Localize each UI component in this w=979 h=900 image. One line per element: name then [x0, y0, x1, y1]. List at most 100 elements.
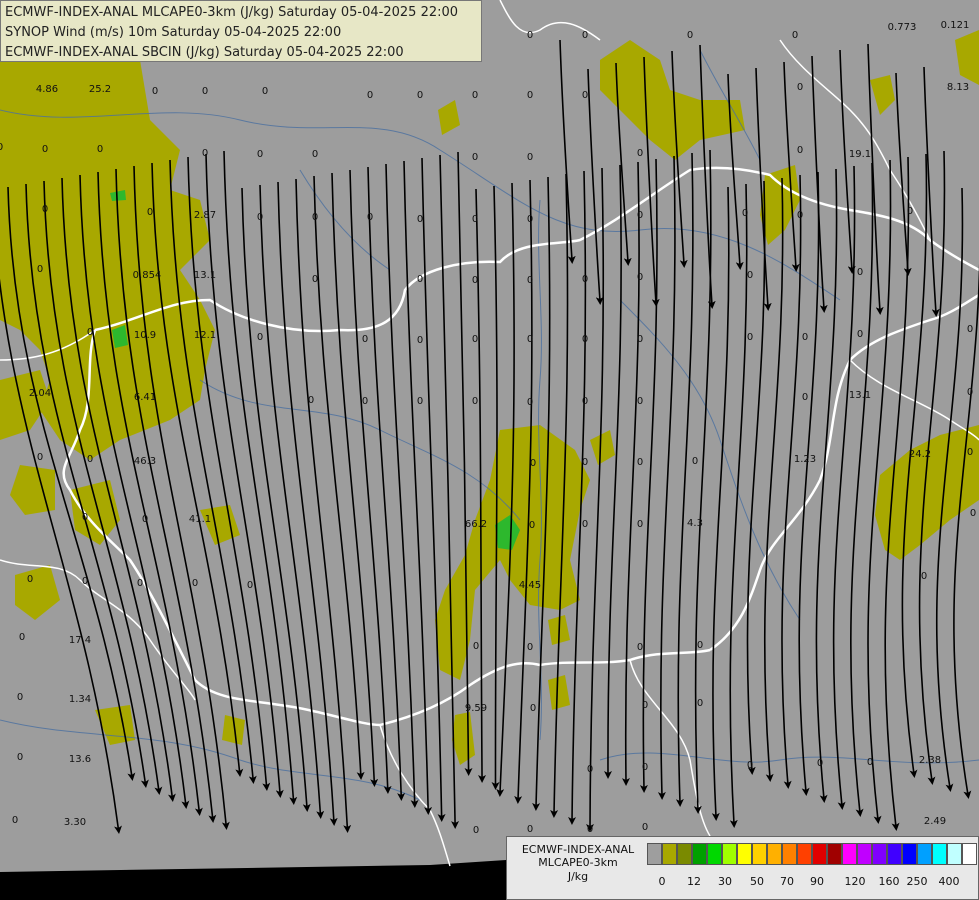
cin-value-label: 0 — [472, 334, 478, 345]
cin-value-label: 0 — [312, 212, 318, 223]
cin-value-label: 0 — [747, 332, 753, 343]
colorbar-title-model: ECMWF-INDEX-ANAL — [521, 843, 635, 856]
cin-value-label: 0 — [257, 212, 263, 223]
cin-value-label: 0 — [12, 815, 18, 826]
colorbar-swatch — [782, 843, 797, 865]
cin-value-label: 0 — [582, 457, 588, 468]
cin-value-label: 0 — [202, 86, 208, 97]
colorbar-swatch — [932, 843, 947, 865]
cin-value-label: 0 — [697, 698, 703, 709]
cin-value-label: 0 — [529, 520, 535, 531]
cin-value-label: 2.04 — [29, 388, 51, 399]
cin-value-label: 0 — [308, 395, 314, 406]
cin-value-label: 0 — [257, 332, 263, 343]
colorbar-swatch — [752, 843, 767, 865]
cin-value-label: 10.9 — [134, 330, 156, 341]
cin-value-label: 24.2 — [909, 449, 931, 460]
cin-value-label: 0 — [472, 396, 478, 407]
cin-value-label: 0 — [152, 86, 158, 97]
cin-value-label: 0 — [247, 580, 253, 591]
cin-value-label: 0 — [637, 396, 643, 407]
title-line-wind: SYNOP Wind (m/s) 10m Saturday 05-04-2025… — [5, 25, 342, 40]
cin-value-label: 0 — [857, 329, 863, 340]
cin-value-label: 0 — [417, 90, 423, 101]
cin-value-label: 0 — [17, 692, 23, 703]
colorbar-units: J/kg — [567, 870, 589, 883]
cin-value-label: 0 — [642, 762, 648, 773]
cin-value-label: 0 — [362, 396, 368, 407]
cin-value-label: 0 — [0, 142, 3, 153]
cin-value-label: 41.1 — [189, 514, 211, 525]
cin-value-label: 0 — [642, 700, 648, 711]
cin-value-label: 0 — [473, 641, 479, 652]
cin-value-label: 0 — [637, 210, 643, 221]
cin-value-label: 0 — [527, 824, 533, 835]
colorbar-tick-label: 50 — [750, 875, 764, 888]
cin-value-label: 0 — [797, 145, 803, 156]
colorbar-tick-label: 90 — [810, 875, 824, 888]
cin-value-label: 0 — [802, 392, 808, 403]
colorbar-tick-label: 160 — [878, 875, 900, 888]
cin-value-label: 0 — [527, 275, 533, 286]
colorbar-tick-label: 0 — [658, 875, 666, 888]
cin-value-label: 0 — [472, 214, 478, 225]
cin-value-label: 0 — [473, 825, 479, 836]
cin-value-label: 0 — [417, 396, 423, 407]
cin-value-label: 0 — [582, 396, 588, 407]
colorbar-title: ECMWF-INDEX-ANAL MLCAPE0-3km J/kg — [511, 843, 645, 885]
cin-value-label: 0 — [967, 387, 973, 398]
colorbar-tick-label: 120 — [844, 875, 866, 888]
cin-value-label: 0 — [37, 452, 43, 463]
cin-value-label: 66.2 — [465, 519, 487, 530]
colorbar-legend: ECMWF-INDEX-ANAL MLCAPE0-3km J/kg 0 12 30 5… — [506, 836, 979, 900]
cin-value-label: 0 — [527, 90, 533, 101]
cin-value-label: 0 — [921, 571, 927, 582]
colorbar-tick-label: 400 — [938, 875, 960, 888]
cin-value-label: 12.1 — [194, 330, 216, 341]
cin-value-label: 0 — [147, 207, 153, 218]
cin-value-label: 0 — [362, 334, 368, 345]
cin-value-label: 0 — [582, 30, 588, 41]
cin-value-label: 0 — [87, 327, 93, 338]
cin-value-label: 0 — [417, 214, 423, 225]
cin-value-label: 0 — [417, 335, 423, 346]
cin-value-label: 0.854 — [133, 270, 162, 281]
cin-value-label: 0 — [747, 760, 753, 771]
colorbar-title-variable: MLCAPE0-3km — [538, 856, 618, 869]
colorbar-swatch — [917, 843, 932, 865]
map-title-box: ECMWF-INDEX-ANAL MLCAPE0-3km (J/kg) Satu… — [0, 0, 482, 62]
cin-value-label: 0 — [312, 274, 318, 285]
colorbar-swatch — [857, 843, 872, 865]
colorbar-swatch — [902, 843, 917, 865]
colorbar-swatch — [947, 843, 962, 865]
cin-value-label: 9.59 — [465, 703, 487, 714]
cin-value-label: 0 — [82, 576, 88, 587]
cin-value-label: 1.23 — [794, 454, 816, 465]
cin-value-label: 0 — [367, 90, 373, 101]
cin-value-label: 0 — [637, 642, 643, 653]
colorbar-swatch — [707, 843, 722, 865]
cin-value-label: 0 — [472, 152, 478, 163]
cin-value-label: 0 — [257, 149, 263, 160]
title-line-mlcape: ECMWF-INDEX-ANAL MLCAPE0-3km (J/kg) Satu… — [5, 5, 459, 20]
cin-value-label: 0 — [87, 454, 93, 465]
cin-value-label: 0 — [202, 148, 208, 159]
cin-value-label: 0 — [867, 757, 873, 768]
colorbar-swatch — [662, 843, 677, 865]
title-line-sbcin: ECMWF-INDEX-ANAL SBCIN (J/kg) Saturday 0… — [5, 45, 404, 60]
cin-value-label: 0 — [312, 149, 318, 160]
colorbar-swatch — [962, 843, 977, 865]
cin-value-label: 0 — [967, 447, 973, 458]
cin-value-label: 0 — [142, 514, 148, 525]
cin-value-label: 0 — [792, 30, 798, 41]
cin-value-label: 0 — [582, 519, 588, 530]
cin-value-label: 0 — [527, 214, 533, 225]
cin-value-label: 0 — [747, 270, 753, 281]
colorbar-swatch — [737, 843, 752, 865]
colorbar-swatch — [767, 843, 782, 865]
cin-value-label: 0 — [472, 90, 478, 101]
colorbar-tick-label: 70 — [780, 875, 794, 888]
cin-value-label: 4.3 — [687, 518, 703, 529]
cin-value-label: 0 — [587, 764, 593, 775]
cin-value-label: 0 — [637, 457, 643, 468]
